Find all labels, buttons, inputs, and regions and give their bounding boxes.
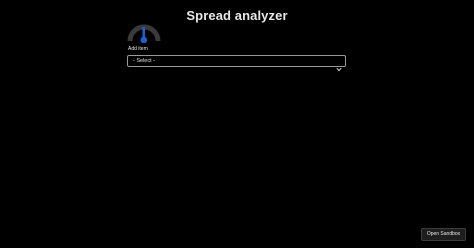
- add-item-label: Add item: [128, 46, 148, 52]
- add-item-select[interactable]: - Select -: [127, 55, 346, 72]
- gauge-icon: [127, 23, 161, 43]
- chevron-down-icon: [336, 59, 342, 72]
- select-value: - Select -: [133, 58, 156, 64]
- open-sandbox-button[interactable]: Open Sandbox: [421, 228, 466, 241]
- page-title: Spread analyzer: [186, 8, 288, 23]
